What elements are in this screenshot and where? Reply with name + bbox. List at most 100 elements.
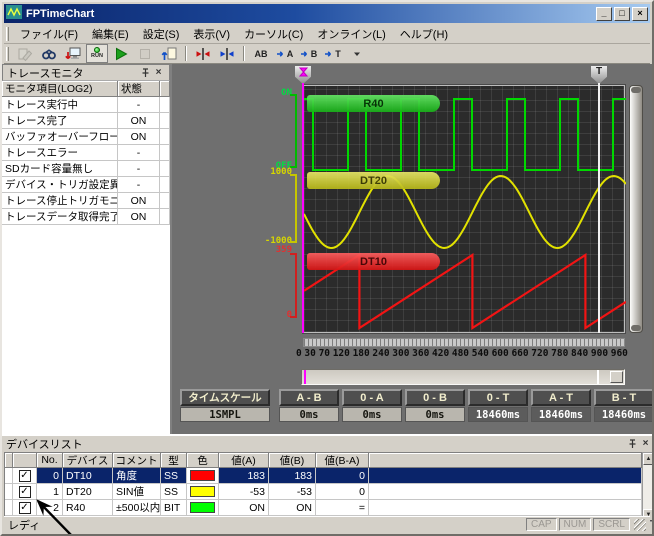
trace-monitor-status: - <box>118 177 160 193</box>
trace-monitor-row: トレースエラー- <box>2 145 170 161</box>
menubar-grip[interactable] <box>6 27 9 41</box>
zero-cursor-marker[interactable] <box>295 66 311 84</box>
x-tick-900: 900 <box>591 348 608 360</box>
device-comment: ±500以内 <box>113 500 161 516</box>
cursor-b-button[interactable] <box>216 44 238 63</box>
menu-item-2[interactable]: 設定(S) <box>136 24 187 44</box>
x-tick-660: 660 <box>511 348 528 360</box>
hscroll-thumb[interactable] <box>610 371 623 383</box>
device-checkbox[interactable]: ✓ <box>19 502 31 514</box>
device-row-DT10[interactable]: ✓0DT10角度SS1831830 <box>5 468 642 484</box>
trace-monitor-col-filler <box>160 81 170 97</box>
resize-grip[interactable] <box>634 519 646 531</box>
hscroll-trigger-tick <box>597 370 599 384</box>
measurement-button-4[interactable]: A - T <box>531 389 591 406</box>
device-col-4: 色 <box>187 453 219 468</box>
axis-label-dt20-high: 1000 <box>264 167 292 177</box>
jump-a-button[interactable]: A <box>274 44 296 63</box>
device-type: BIT <box>161 500 187 516</box>
x-tick-360: 360 <box>412 348 429 360</box>
menu-item-1[interactable]: 編集(E) <box>85 24 136 44</box>
app-icon <box>6 5 22 22</box>
axis-label-dt10-low: 0 <box>264 310 292 320</box>
zero-cursor-line[interactable] <box>302 83 304 333</box>
time-scale-button[interactable]: タイムスケール <box>180 389 270 406</box>
device-value-ba: 0 <box>316 484 369 500</box>
menu-item-4[interactable]: カーソル(C) <box>237 24 310 44</box>
trace-monitor-row: トレース停止トリガモニタON <box>2 193 170 209</box>
close-icon[interactable]: × <box>639 437 652 450</box>
device-list-column-headers: No.デバイスコメント型色値(A)値(B)値(B-A) <box>5 453 642 468</box>
scroll-up-icon[interactable]: ▲ <box>643 453 654 465</box>
series-badge-dt20: DT20 <box>307 172 440 189</box>
trace-monitor-item: トレース停止トリガモニタ <box>2 193 118 209</box>
menu-item-6[interactable]: ヘルプ(H) <box>393 24 455 44</box>
edit-comment-button[interactable] <box>14 44 36 63</box>
trace-monitor-row: バッファオーバーフローON <box>2 129 170 145</box>
cursor-a-separator <box>185 46 187 61</box>
measurement-button-5[interactable]: B - T <box>594 389 654 406</box>
device-checkbox[interactable]: ✓ <box>19 486 31 498</box>
pin-icon[interactable] <box>139 66 152 79</box>
measurement-button-0[interactable]: A - B <box>279 389 339 406</box>
cursor-a-button[interactable] <box>192 44 214 63</box>
plot-horizontal-scrollbar[interactable] <box>301 369 625 385</box>
chart-panel: T ON OFF 1000 -1000 359 0 R40 DT20 DT10 <box>172 64 654 434</box>
device-color-cell <box>187 468 219 484</box>
find-button[interactable] <box>38 44 60 63</box>
menu-item-3[interactable]: 表示(V) <box>186 24 237 44</box>
device-col-margin <box>5 453 13 468</box>
x-tick-480: 480 <box>452 348 469 360</box>
stop-trace-button[interactable] <box>134 44 156 63</box>
measurement-button-3[interactable]: 0 - T <box>468 389 528 406</box>
plot-vertical-scrollbar[interactable] <box>629 85 643 333</box>
minimize-button[interactable]: _ <box>596 7 612 21</box>
series-badge-r40: R40 <box>307 95 440 112</box>
read-trace-data-button[interactable] <box>158 44 180 63</box>
device-color-swatch <box>190 470 215 481</box>
jump-t-button[interactable]: T <box>322 44 344 63</box>
menu-item-5[interactable]: オンライン(L) <box>310 24 392 44</box>
plot-vscroll-bottom-cap <box>631 325 641 331</box>
x-axis-tick-labels: 0307012018024030036042048054060066072078… <box>296 348 628 360</box>
jump-b-button[interactable]: B <box>298 44 320 63</box>
x-tick-0: 0 <box>296 348 302 360</box>
device-row-R40[interactable]: ✓2R40±500以内BITONON= <box>5 500 642 516</box>
monitor-transfer-button[interactable] <box>62 44 84 63</box>
device-checkbox[interactable]: ✓ <box>19 470 31 482</box>
run-mode-button[interactable]: RUN <box>86 44 108 63</box>
device-col-2: コメント <box>113 453 161 468</box>
trace-monitor-col-0: モニタ項目(LOG2) <box>2 81 118 97</box>
menu-item-0[interactable]: ファイル(F) <box>13 24 85 44</box>
device-name: DT10 <box>63 468 113 484</box>
close-icon[interactable]: × <box>152 66 165 79</box>
measurement-value-0: 0ms <box>279 407 339 422</box>
menubar: ファイル(F)編集(E)設定(S)表示(V)カーソル(C)オンライン(L)ヘルプ… <box>4 24 650 44</box>
measurement-button-2[interactable]: 0 - B <box>405 389 465 406</box>
maximize-button[interactable]: □ <box>614 7 630 21</box>
device-row-filler <box>369 484 642 500</box>
start-trace-button[interactable] <box>110 44 132 63</box>
measurement-button-1[interactable]: 0 - A <box>342 389 402 406</box>
device-row-DT20[interactable]: ✓1DT20SIN値SS-53-530 <box>5 484 642 500</box>
x-tick-30: 30 <box>304 348 315 360</box>
trigger-marker[interactable]: T <box>591 66 607 84</box>
trace-monitor-filler <box>160 209 170 225</box>
close-button[interactable]: × <box>632 7 648 21</box>
device-list-scrollbar[interactable]: ▲ ▼ <box>642 452 654 522</box>
trigger-line[interactable] <box>598 83 600 333</box>
measurement-value-1: 0ms <box>342 407 402 422</box>
cursor-ab-button[interactable]: AB <box>250 44 272 63</box>
hscroll-zero-cursor-tick <box>304 370 306 384</box>
device-checkbox-cell: ✓ <box>13 468 37 484</box>
axis-label-dt10-high: 359 <box>264 245 292 255</box>
measurement-box-5: B - T18460ms <box>594 389 654 422</box>
axis-bracket-dt10 <box>290 253 297 318</box>
toolbar-grip[interactable] <box>6 47 9 61</box>
time-scale-box: タイムスケール 1SMPL <box>180 389 270 422</box>
measurement-value-3: 18460ms <box>468 407 528 422</box>
device-color-cell <box>187 500 219 516</box>
more-dropdown-button[interactable] <box>346 44 368 63</box>
pin-icon[interactable] <box>626 437 639 450</box>
trace-monitor-panel: トレースモニタ × モニタ項目(LOG2)状態トレース実行中-トレース完了ONバ… <box>2 64 172 434</box>
